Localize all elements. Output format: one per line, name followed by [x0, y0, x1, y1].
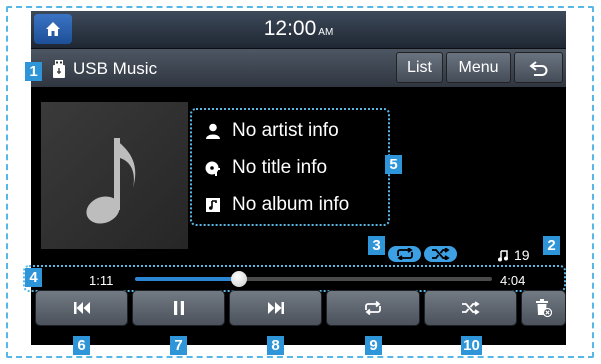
callout-4: 4	[25, 268, 42, 287]
callout-2: 2	[543, 236, 560, 255]
progress-area: 1:11 4:04	[23, 265, 566, 292]
title-text: No title info	[232, 157, 328, 178]
progress-handle[interactable]	[230, 271, 247, 287]
menu-button[interactable]: Menu	[446, 52, 511, 83]
shuffle-icon	[461, 301, 480, 315]
artist-icon	[204, 123, 222, 139]
next-icon	[267, 302, 284, 314]
back-icon	[528, 60, 550, 76]
back-button[interactable]	[514, 52, 563, 83]
callout-1: 1	[25, 62, 42, 81]
pause-button[interactable]	[132, 290, 225, 326]
artist-row: No artist info	[204, 120, 339, 142]
callout-7: 7	[170, 336, 187, 355]
title-bar: USB Music List Menu	[31, 49, 566, 87]
shuffle-button[interactable]	[424, 290, 517, 326]
callout-6: 6	[73, 336, 90, 355]
page-title: USB Music	[73, 59, 158, 78]
pause-icon	[173, 301, 184, 315]
track-info-panel: No artist info No title info No album in…	[190, 108, 390, 226]
callout-9: 9	[365, 336, 382, 355]
artist-text: No artist info	[232, 120, 339, 141]
repeat-button[interactable]	[326, 290, 420, 326]
shuffle-status	[424, 246, 457, 262]
title-row: No title info	[204, 157, 327, 179]
delete-icon	[535, 299, 552, 317]
progress-track[interactable]	[135, 271, 492, 287]
track-count-value: 19	[514, 247, 530, 263]
callout-10: 10	[461, 336, 482, 355]
delete-button[interactable]	[521, 290, 566, 326]
list-button-label: List	[407, 58, 432, 76]
elapsed-time: 1:11	[89, 273, 114, 288]
clock-ampm: AM	[318, 27, 334, 38]
note-icon	[498, 249, 508, 262]
shuffle-icon	[431, 248, 450, 260]
repeat-icon	[363, 301, 383, 315]
callout-5: 5	[385, 155, 402, 174]
callout-8: 8	[267, 336, 284, 355]
callout-3: 3	[368, 236, 385, 255]
list-button[interactable]: List	[396, 52, 443, 83]
repeat-icon	[395, 248, 415, 260]
album-row: No album info	[204, 194, 349, 216]
title-icon	[204, 160, 222, 176]
album-icon	[204, 198, 222, 212]
clock-time: 12:00	[263, 17, 317, 40]
music-note-icon	[81, 130, 145, 230]
track-count: 19	[498, 247, 530, 263]
source-title: USB Music	[53, 59, 157, 79]
total-time: 4:04	[500, 273, 526, 288]
album-text: No album info	[232, 194, 350, 215]
status-bar: 12:00 AM	[31, 11, 566, 49]
album-art	[41, 102, 188, 249]
repeat-status	[388, 246, 421, 262]
previous-button[interactable]	[35, 290, 128, 326]
usb-icon	[53, 60, 65, 78]
previous-icon	[73, 302, 90, 314]
progress-fill	[135, 277, 239, 281]
menu-button-label: Menu	[458, 58, 499, 76]
next-button[interactable]	[229, 290, 322, 326]
clock: 12:00 AM	[31, 17, 566, 41]
